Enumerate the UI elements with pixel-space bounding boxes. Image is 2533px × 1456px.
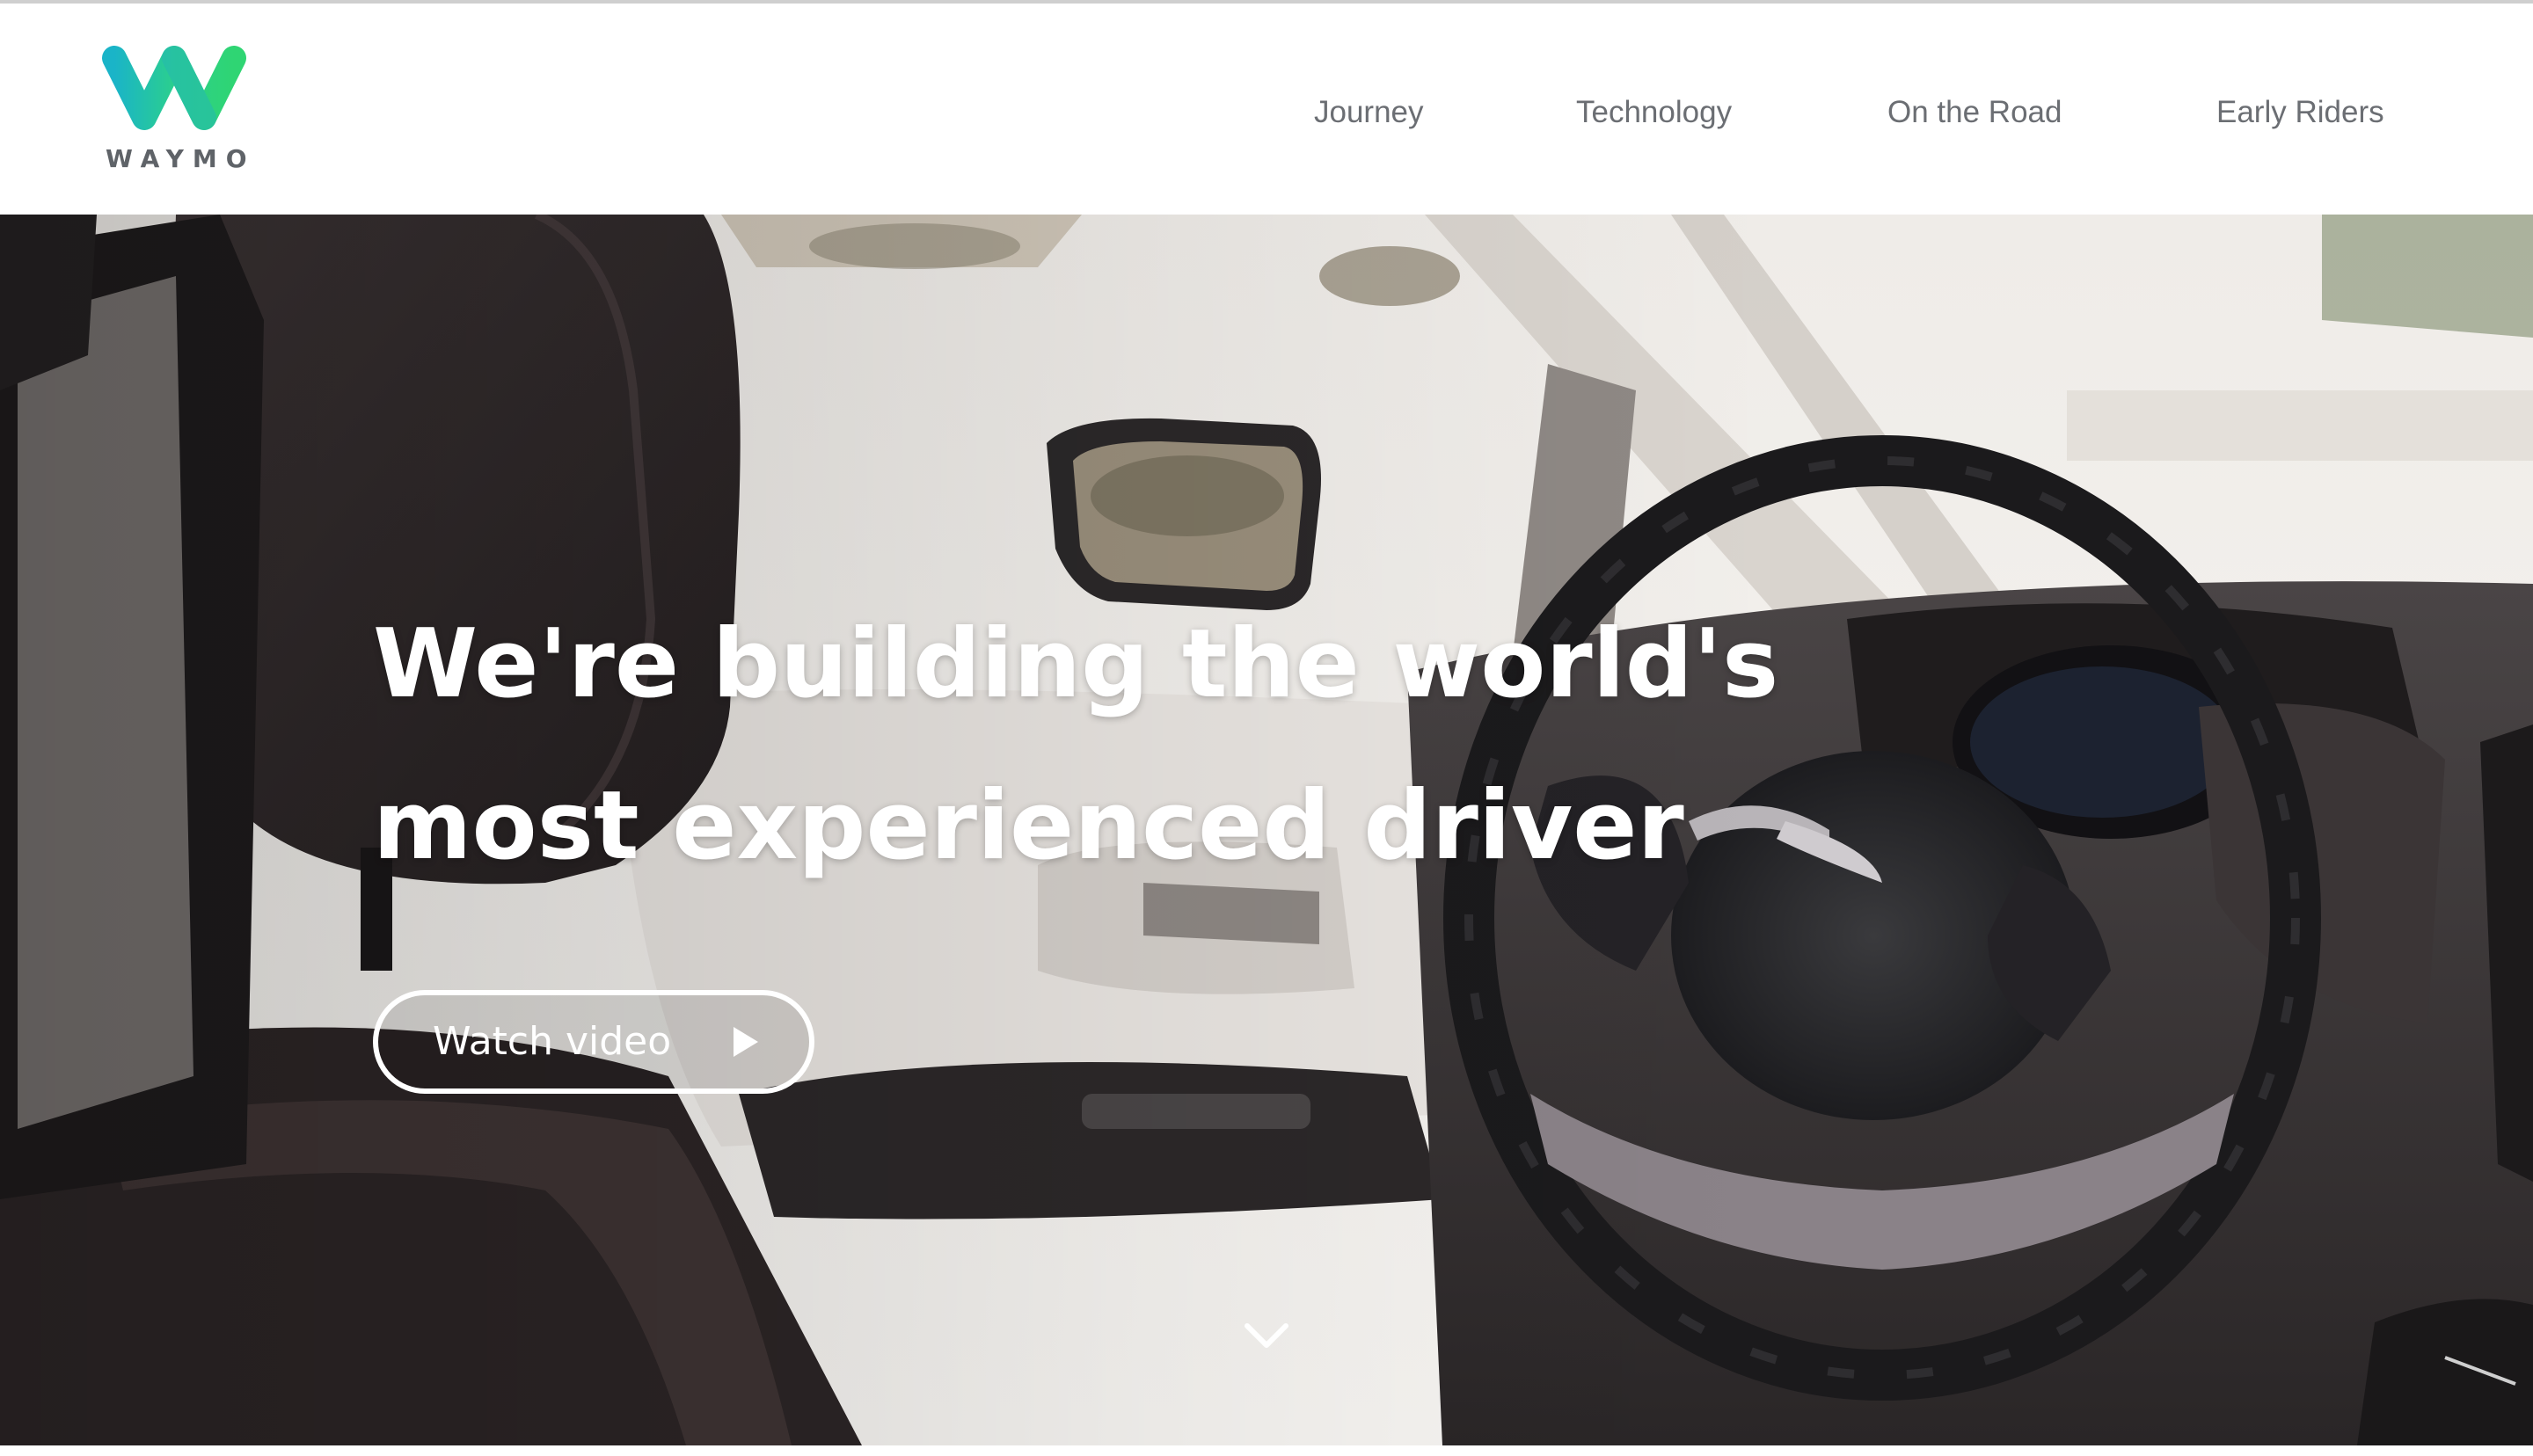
- site-header: WAYMO Journey Technology On the Road Ear…: [0, 4, 2533, 215]
- nav-item-early-riders[interactable]: Early Riders: [2216, 88, 2384, 137]
- waymo-wordmark: WAYMO: [106, 144, 256, 173]
- nav-item-journey[interactable]: Journey: [1314, 88, 1424, 137]
- page: WAYMO Journey Technology On the Road Ear…: [0, 0, 2533, 1456]
- watch-video-label: Watch video: [433, 1019, 672, 1064]
- nav-item-technology[interactable]: Technology: [1576, 88, 1732, 137]
- chevron-down-icon[interactable]: [1242, 1319, 1291, 1354]
- hero-section: We're building the world's most experien…: [0, 215, 2533, 1445]
- play-icon: [734, 1027, 758, 1057]
- hero-headline: We're building the world's most experien…: [373, 584, 1868, 907]
- main-nav: Journey Technology On the Road Early Rid…: [1310, 88, 2392, 137]
- hero-headline-line-1: We're building the world's: [373, 609, 1779, 719]
- watch-video-button[interactable]: Watch video: [373, 990, 814, 1094]
- page-bottom-strip: [0, 1445, 2533, 1456]
- nav-item-on-the-road[interactable]: On the Road: [1887, 88, 2062, 137]
- waymo-w-logo-icon: [102, 46, 246, 130]
- waymo-logo[interactable]: WAYMO: [99, 46, 253, 178]
- hero-headline-line-2: most experienced driver: [373, 771, 1684, 881]
